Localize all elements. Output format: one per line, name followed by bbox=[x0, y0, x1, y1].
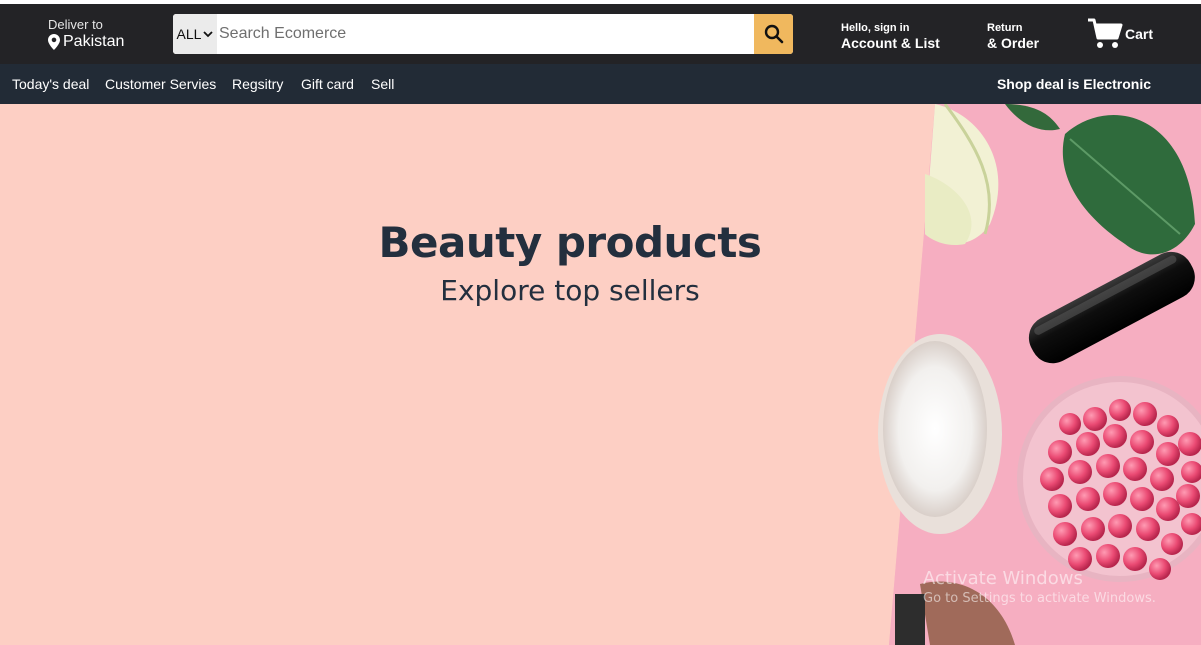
cart-icon bbox=[1088, 18, 1123, 48]
deliver-country: Pakistan bbox=[48, 32, 124, 51]
deliver-to-location[interactable]: Deliver to Pakistan bbox=[48, 17, 124, 51]
nav-item-customer-service[interactable]: Customer Servies bbox=[105, 76, 216, 92]
cart-link[interactable]: Cart bbox=[1087, 18, 1153, 50]
search-category-label: ALL bbox=[176, 26, 202, 42]
hero-banner[interactable]: Beauty products Explore top sellers Acti… bbox=[0, 104, 1201, 645]
hero-title: Beauty products bbox=[378, 218, 762, 267]
nav-item-gift-card[interactable]: Gift card bbox=[301, 76, 354, 92]
hero-cosmetics-image bbox=[878, 104, 1201, 645]
deliver-country-label: Pakistan bbox=[63, 33, 125, 50]
nav-item-todays-deal[interactable]: Today's deal bbox=[12, 76, 89, 92]
hero-subtitle: Explore top sellers bbox=[440, 274, 700, 307]
nav-item-registry[interactable]: Regsitry bbox=[232, 76, 283, 92]
account-menu[interactable]: Hello, sign in Account & List bbox=[841, 22, 940, 52]
location-pin-icon bbox=[48, 33, 60, 50]
nav-item-sell[interactable]: Sell bbox=[371, 76, 394, 92]
watermark-subtitle: Go to Settings to activate Windows. bbox=[923, 591, 1156, 606]
search-icon bbox=[764, 24, 783, 44]
search-input[interactable] bbox=[217, 14, 754, 54]
site-header: Deliver to Pakistan ALL Hello, sign in A… bbox=[0, 4, 1201, 64]
returns-label: Return bbox=[987, 22, 1023, 34]
returns-orders-link[interactable]: Return & Order bbox=[987, 22, 1039, 52]
activate-windows-watermark: Activate Windows Go to Settings to activ… bbox=[923, 568, 1156, 608]
search-category-select[interactable]: ALL bbox=[173, 14, 217, 54]
account-label: Account & List bbox=[841, 35, 940, 51]
orders-label: & Order bbox=[987, 35, 1040, 51]
search-button[interactable] bbox=[754, 14, 793, 54]
deliver-label: Deliver to bbox=[48, 17, 103, 32]
cart-label: Cart bbox=[1125, 26, 1154, 42]
main-nav: Today's deal Customer Servies Regsitry G… bbox=[0, 64, 1201, 104]
chevron-down-icon bbox=[203, 31, 214, 38]
nav-promo-link[interactable]: Shop deal is Electronic bbox=[997, 76, 1151, 92]
search-bar: ALL bbox=[173, 14, 793, 54]
watermark-title: Activate Windows bbox=[923, 568, 1083, 589]
account-greeting: Hello, sign in bbox=[841, 22, 910, 34]
